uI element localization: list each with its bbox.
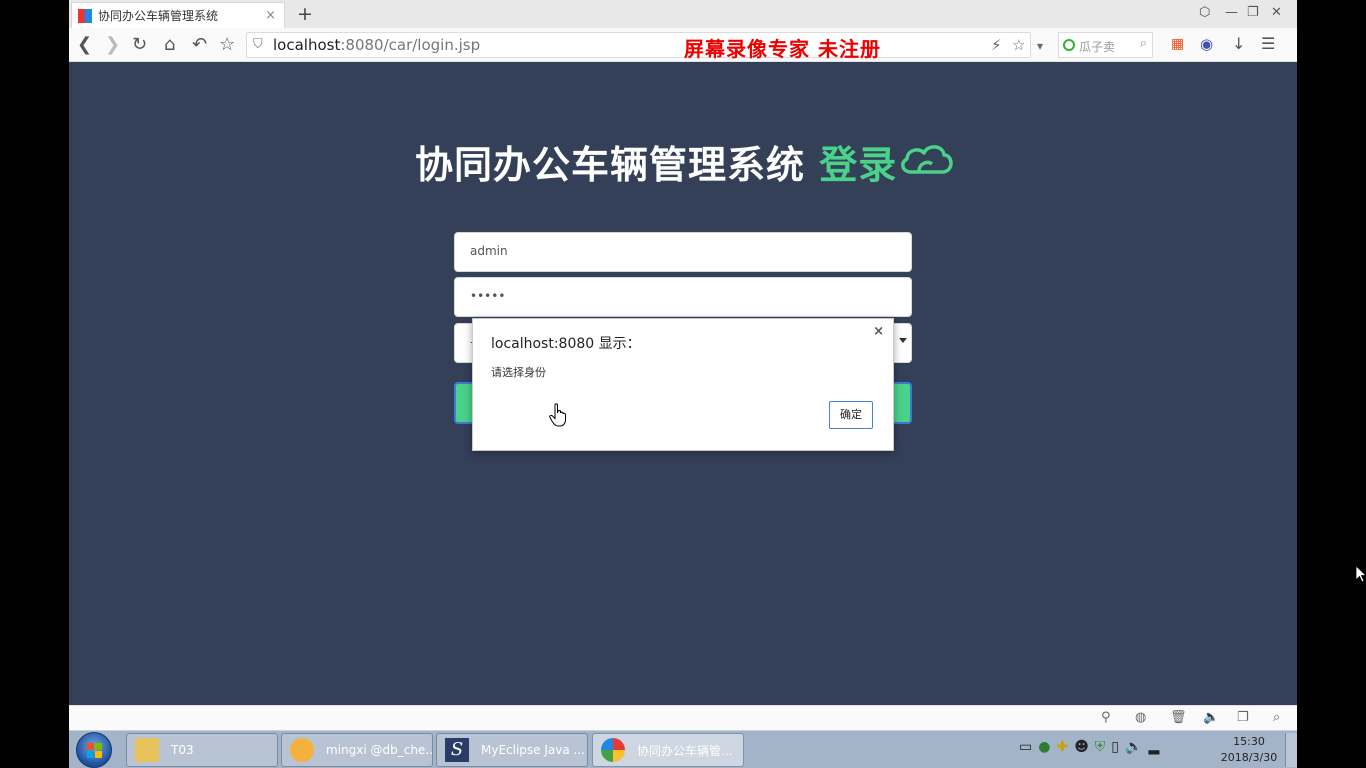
show-desktop-button[interactable] — [1285, 733, 1297, 767]
taskbar: T03 mingxi @db_che... S MyEclipse Java .… — [69, 730, 1297, 768]
window-icon[interactable]: ❐ — [1237, 710, 1249, 725]
chevron-down-icon — [899, 338, 907, 343]
tab-bar: 协同办公车辆管理系统 × + ⬡ — ❐ ✕ — [69, 0, 1297, 28]
start-button[interactable] — [76, 732, 112, 768]
login-page: 协同办公车辆管理系统 登录 admin ••••• -- localhost:8… — [69, 62, 1297, 705]
battery-icon[interactable]: ▯ — [1111, 739, 1125, 755]
minimize-button[interactable]: — — [1225, 5, 1238, 20]
pin-icon[interactable]: ⚲ — [1101, 710, 1111, 725]
undo-close-icon[interactable]: ↶ — [192, 34, 207, 55]
title-accent: 登录 — [819, 143, 898, 187]
refresh-circle-icon[interactable]: ◍ — [1135, 710, 1146, 725]
start-flag-yellow — [95, 751, 102, 758]
taskbar-item-browser[interactable]: 协同办公车辆管... — [592, 733, 744, 767]
favorite-star-icon[interactable]: ☆ — [1012, 36, 1025, 54]
address-bar[interactable]: ⛉ localhost:8080/car/login.jsp 屏幕录像专家 未注… — [246, 32, 1043, 61]
paw-icon — [290, 738, 314, 762]
site-favicon-icon — [78, 8, 92, 23]
folder-icon — [135, 738, 159, 762]
new-tab-button[interactable]: + — [297, 3, 313, 25]
back-icon[interactable]: ❮ — [77, 34, 92, 55]
start-flag-green — [95, 743, 102, 750]
zoom-icon[interactable]: ⌕ — [1273, 710, 1280, 725]
alert-dialog: localhost:8080 显示： 请选择身份 × 确定 — [472, 318, 894, 451]
restore-button[interactable]: ❐ — [1247, 5, 1259, 20]
page-title: 协同办公车辆管理系统 登录 — [415, 134, 897, 189]
security-shield-icon: ⛉ — [253, 37, 263, 52]
browser-status-bar: ⚲ ◍ 🗑 🔈 ❐ ⌕ — [69, 705, 1297, 730]
extension-icon[interactable]: ◉ — [1200, 35, 1213, 53]
apps-grid-icon[interactable]: ▦ — [1171, 36, 1184, 52]
navigation-bar: ❮ ❯ ↻ ⌂ ↶ ☆ ⛉ localhost:8080/car/login.j… — [69, 28, 1297, 62]
system-tray: ▭●✚☻⛨▯🔈▂ — [1019, 739, 1165, 755]
taskbar-item-label: MyEclipse Java ... — [481, 743, 585, 757]
myeclipse-icon: S — [445, 738, 469, 762]
forward-icon[interactable]: ❯ — [105, 34, 120, 55]
alert-title: localhost:8080 显示： — [491, 336, 641, 352]
search-engine-icon — [1063, 39, 1075, 51]
tab-close-icon[interactable]: × — [265, 8, 276, 23]
url-host: localhost — [273, 36, 341, 54]
start-flag-red — [87, 743, 94, 750]
username-input[interactable]: admin — [454, 232, 912, 272]
taskbar-item-label: T03 — [171, 743, 194, 757]
close-window-button[interactable]: ✕ — [1271, 5, 1282, 20]
recorder-watermark: 屏幕录像专家 未注册 — [684, 37, 881, 61]
search-icon[interactable]: ⌕ — [1140, 36, 1147, 51]
taskbar-item-myeclipse[interactable]: S MyEclipse Java ... — [436, 733, 588, 767]
search-placeholder: 瓜子卖 — [1079, 40, 1116, 54]
speaker-icon[interactable]: 🔈 — [1203, 710, 1219, 725]
title-main: 协同办公车辆管理系统 — [415, 143, 806, 187]
bookmark-star-icon[interactable]: ☆ — [219, 34, 235, 55]
url-path: :8080/car/login.jsp — [340, 36, 481, 54]
cloud-icon — [901, 145, 953, 174]
tray-plus-icon[interactable]: ✚ — [1056, 739, 1074, 755]
security-icon[interactable]: ⛨ — [1095, 739, 1112, 755]
clock-date: 2018/3/30 — [1220, 751, 1278, 764]
browser-icon — [601, 738, 625, 762]
skin-icon[interactable]: ⬡ — [1199, 5, 1210, 20]
url-text: localhost:8080/car/login.jsp — [273, 36, 480, 54]
trash-icon[interactable]: 🗑 — [1170, 710, 1187, 725]
username-value: admin — [470, 244, 508, 258]
clock-time: 15:30 — [1233, 735, 1265, 748]
alert-message: 请选择身份 — [491, 366, 546, 379]
taskbar-item-label: mingxi @db_che... — [326, 743, 433, 757]
download-icon[interactable]: ↓ — [1232, 34, 1245, 53]
start-flag-blue — [87, 751, 94, 758]
mouse-pointer-icon — [1356, 566, 1366, 583]
close-icon[interactable]: × — [873, 324, 884, 339]
ok-button[interactable]: 确定 — [829, 401, 873, 429]
search-box[interactable]: 瓜子卖 ⌕ — [1058, 32, 1153, 58]
tab-active[interactable]: 协同办公车辆管理系统 × — [71, 2, 285, 28]
tray-app-icon[interactable]: ● — [1038, 739, 1056, 755]
taskbar-item-db[interactable]: mingxi @db_che... — [281, 733, 433, 767]
tab-title: 协同办公车辆管理系统 — [98, 9, 219, 23]
hand-cursor-icon — [549, 403, 566, 427]
password-value: ••••• — [470, 289, 506, 303]
taskbar-item-label: 协同办公车辆管... — [637, 743, 733, 758]
reload-icon[interactable]: ↻ — [132, 34, 147, 55]
volume-icon[interactable]: 🔈 — [1125, 739, 1148, 755]
browser-window: 协同办公车辆管理系统 × + ⬡ — ❐ ✕ ❮ ❯ ↻ ⌂ ↶ ☆ ⛉ loc… — [69, 0, 1297, 730]
screen: 协同办公车辆管理系统 × + ⬡ — ❐ ✕ ❮ ❯ ↻ ⌂ ↶ ☆ ⛉ loc… — [0, 0, 1366, 768]
home-icon[interactable]: ⌂ — [164, 34, 175, 55]
password-input[interactable]: ••••• — [454, 277, 912, 317]
network-icon[interactable]: ▂ — [1148, 739, 1165, 755]
lightning-icon[interactable]: ⚡ — [991, 36, 1002, 54]
taskbar-item-folder[interactable]: T03 — [126, 733, 278, 767]
menu-icon[interactable]: ☰ — [1261, 34, 1275, 53]
url-dropdown-icon[interactable]: ▾ — [1037, 39, 1043, 53]
qq-icon[interactable]: ☻ — [1074, 739, 1095, 755]
keyboard-icon[interactable]: ▭ — [1019, 739, 1038, 755]
clock[interactable]: 15:30 2018/3/30 — [1214, 734, 1284, 766]
